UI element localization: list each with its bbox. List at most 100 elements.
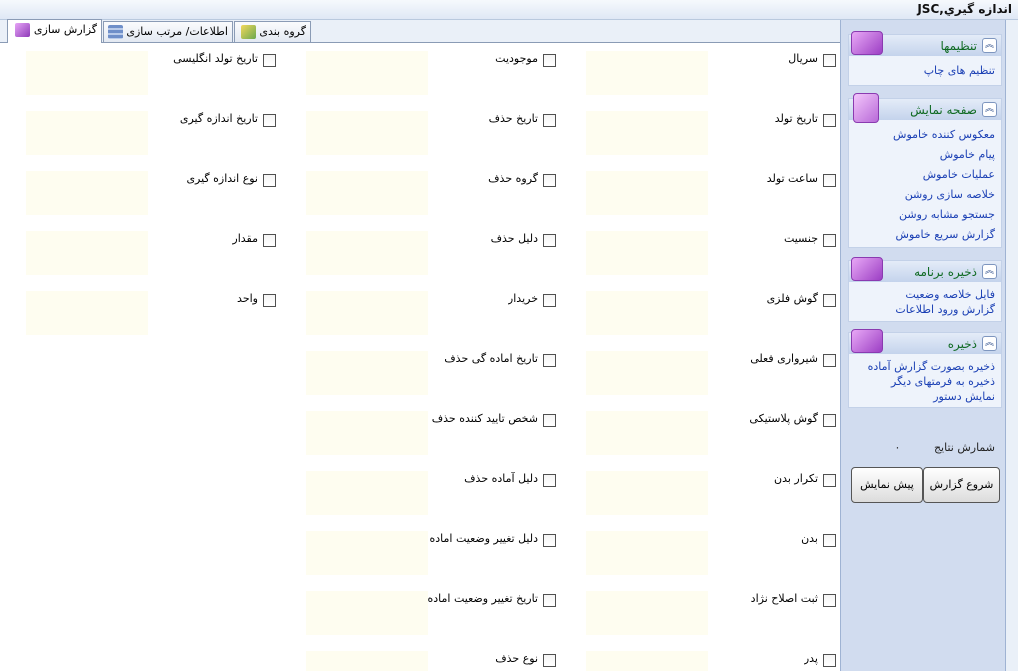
field-checkbox[interactable] [823,474,836,487]
report-field: تکرار بدن [586,471,838,515]
field-checkbox[interactable] [263,294,276,307]
link-print-settings[interactable]: تنظيم های چاپ [924,61,995,81]
group-header[interactable]: تنظيمها ︽ [848,31,1002,56]
group-settings: تنظيمها ︽ تنظيم های چاپ [848,31,1002,86]
field-value-box[interactable] [586,51,708,95]
link-status-summary-file[interactable]: فايل خلاصه وضعيت [895,287,995,302]
field-label: تاريخ حذف [488,112,538,125]
link-quick-report-off[interactable]: گزارش سريع خاموش [893,225,995,245]
results-value: ٠ [894,441,901,454]
report-icon [15,23,31,37]
field-checkbox[interactable] [263,114,276,127]
chevron-up-icon[interactable]: ︽ [982,102,997,117]
field-value-box[interactable] [586,471,708,515]
field-column-1: سريال تاريخ تولد ساعت تولد جنسيت گوش فلزی شير… [586,43,838,671]
field-checkbox[interactable] [823,654,836,667]
field-value-box[interactable] [26,111,148,155]
field-checkbox[interactable] [823,114,836,127]
preview-button[interactable]: پيش نمايش [851,467,923,503]
field-checkbox[interactable] [263,174,276,187]
field-checkbox[interactable] [823,234,836,247]
field-checkbox[interactable] [543,294,556,307]
link-save-as-report[interactable]: ذخيره بصورت گزارش آماده [868,359,995,374]
field-checkbox[interactable] [823,54,836,67]
field-label: مقدار [232,232,258,245]
tab-label: گروه بندی [259,25,306,38]
field-value-box[interactable] [586,291,708,335]
field-checkbox[interactable] [543,114,556,127]
field-value-box[interactable] [306,231,428,275]
chevron-up-icon[interactable]: ︽ [982,38,997,53]
link-save-other-formats[interactable]: ذخيره به فرمتهای ديگر [868,374,995,389]
link-reverse-off[interactable]: معکوس کننده خاموش [893,125,995,145]
field-checkbox[interactable] [543,594,556,607]
report-field: بدن [586,531,838,575]
link-summary-on[interactable]: خلاصه سازی روشن [893,185,995,205]
field-checkbox[interactable] [823,414,836,427]
field-label: تاريخ تغيير وضعيت اماده [427,592,539,605]
field-checkbox[interactable] [823,534,836,547]
window-title: اندازه گيري,JSC [917,2,1012,16]
field-checkbox[interactable] [543,234,556,247]
field-checkbox[interactable] [543,474,556,487]
field-value-box[interactable] [586,651,708,671]
report-field: تاريخ تغيير وضعيت اماده [306,591,558,635]
link-data-entry-report[interactable]: گزارش ورود اطلاعات [895,302,995,317]
field-value-box[interactable] [586,111,708,155]
report-field: تاريخ تولد انگليسی [26,51,278,95]
field-value-box[interactable] [586,351,708,395]
field-value-box[interactable] [26,51,148,95]
field-value-box[interactable] [306,171,428,215]
field-value-box[interactable] [306,291,428,335]
field-checkbox[interactable] [543,414,556,427]
tab-data-sort[interactable]: اطلاعات/ مرتب سازی [103,21,233,42]
group-header[interactable]: ذخيره برنامه ︽ [848,257,1002,282]
field-value-box[interactable] [586,171,708,215]
field-checkbox[interactable] [543,354,556,367]
field-label: گوش پلاستيکی [749,412,818,425]
field-checkbox[interactable] [823,354,836,367]
field-value-box[interactable] [26,291,148,335]
group-header[interactable]: صفحه نمايش ︽ [848,93,1002,123]
link-message-off[interactable]: پيام خاموش [893,145,995,165]
chevron-up-icon[interactable]: ︽ [982,336,997,351]
group-title: ذخيره برنامه [914,265,977,279]
link-operations-off[interactable]: عمليات خاموش [893,165,995,185]
field-value-box[interactable] [586,411,708,455]
group-title: تنظيمها [940,39,977,53]
save-links: ذخيره بصورت گزارش آماده ذخيره به فرمتهای… [868,359,995,404]
link-show-command[interactable]: نمايش دستور [868,389,995,404]
field-checkbox[interactable] [823,594,836,607]
field-value-box[interactable] [306,471,428,515]
field-label: موجوديت [495,52,538,65]
field-value-box[interactable] [26,171,148,215]
field-value-box[interactable] [306,51,428,95]
tab-grouping[interactable]: گروه بندی [234,21,311,42]
field-checkbox[interactable] [543,174,556,187]
field-value-box[interactable] [306,651,428,671]
field-checkbox[interactable] [263,54,276,67]
field-value-box[interactable] [586,531,708,575]
report-field: تاريخ اندازه گيری [26,111,278,155]
field-checkbox[interactable] [543,54,556,67]
field-value-box[interactable] [306,591,428,635]
field-value-box[interactable] [306,531,428,575]
field-value-box[interactable] [586,231,708,275]
field-value-box[interactable] [586,591,708,635]
field-value-box[interactable] [306,111,428,155]
link-similar-search-on[interactable]: جستجو مشابه روشن [893,205,995,225]
field-label: تاريخ تولد انگليسی [173,52,258,65]
group-header[interactable]: ذخيره ︽ [848,329,1002,354]
start-report-button[interactable]: شروع گزارش [923,467,1000,503]
field-checkbox[interactable] [543,654,556,667]
field-checkbox[interactable] [263,234,276,247]
field-value-box[interactable] [306,351,428,395]
field-checkbox[interactable] [543,534,556,547]
field-checkbox[interactable] [823,174,836,187]
chevron-up-icon[interactable]: ︽ [982,264,997,279]
field-value-box[interactable] [306,411,428,455]
report-field: موجوديت [306,51,558,95]
field-value-box[interactable] [26,231,148,275]
tab-report-builder[interactable]: گزارش سازی [7,19,102,43]
field-checkbox[interactable] [823,294,836,307]
